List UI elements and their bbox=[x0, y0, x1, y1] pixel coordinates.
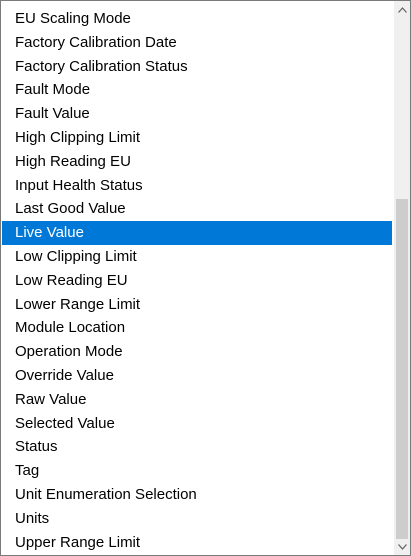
scrollbar-thumb[interactable] bbox=[396, 199, 408, 539]
list-item[interactable]: High Clipping Limit bbox=[2, 126, 392, 150]
list-item[interactable]: Module Location bbox=[2, 316, 392, 340]
list-item[interactable]: Raw Value bbox=[2, 388, 392, 412]
list-item[interactable]: Fault Mode bbox=[2, 78, 392, 102]
scroll-up-button[interactable] bbox=[394, 1, 410, 18]
list-item[interactable]: Override Value bbox=[2, 364, 392, 388]
caret-down-icon bbox=[397, 543, 407, 550]
vertical-scrollbar[interactable] bbox=[394, 1, 410, 555]
list-item[interactable]: Status bbox=[2, 435, 392, 459]
list-item[interactable]: Tag bbox=[2, 459, 392, 483]
list-item[interactable]: Units bbox=[2, 507, 392, 531]
list-item[interactable]: EU Scaling Mode bbox=[2, 7, 392, 31]
list-item[interactable]: Fault Value bbox=[2, 102, 392, 126]
list-item[interactable]: Unit Enumeration Selection bbox=[2, 483, 392, 507]
list-item[interactable]: Factory Calibration Status bbox=[2, 55, 392, 79]
list-item[interactable]: Selected Value bbox=[2, 412, 392, 436]
list-item[interactable]: Input Health Status bbox=[2, 174, 392, 198]
list-item[interactable]: Lower Range Limit bbox=[2, 293, 392, 317]
attribute-listbox[interactable]: EU Scaling Mode Factory Calibration Date… bbox=[0, 0, 411, 556]
attribute-list: EU Scaling Mode Factory Calibration Date… bbox=[2, 7, 392, 554]
list-item[interactable]: Upper Range Limit bbox=[2, 531, 392, 555]
list-item[interactable]: Operation Mode bbox=[2, 340, 392, 364]
scroll-down-button[interactable] bbox=[394, 538, 410, 555]
list-item[interactable]: Low Clipping Limit bbox=[2, 245, 392, 269]
list-item-selected[interactable]: Live Value bbox=[2, 221, 392, 245]
list-item[interactable]: Low Reading EU bbox=[2, 269, 392, 293]
caret-up-icon bbox=[397, 6, 407, 13]
list-item[interactable]: High Reading EU bbox=[2, 150, 392, 174]
list-item[interactable]: Factory Calibration Date bbox=[2, 31, 392, 55]
list-item[interactable]: Last Good Value bbox=[2, 197, 392, 221]
